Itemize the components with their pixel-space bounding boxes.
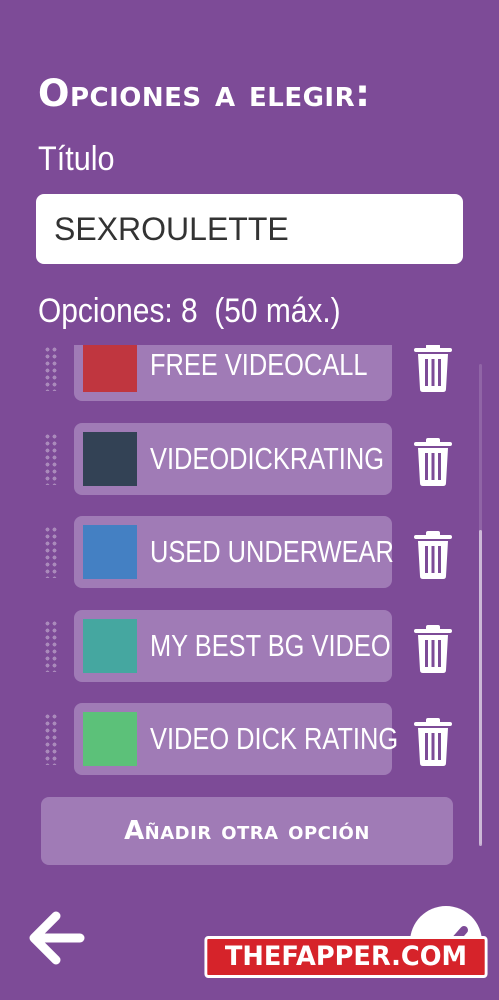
page-title: Opciones a elegir: (38, 72, 371, 115)
title-input[interactable]: SEXROULETTE (36, 194, 463, 264)
drag-handle-icon[interactable] (44, 620, 58, 672)
color-swatch[interactable] (83, 712, 137, 766)
options-count: Opciones: 8 (50 máx.) (38, 292, 341, 330)
option-row: FREE VIDEOCALL (0, 345, 499, 401)
color-swatch[interactable] (83, 619, 137, 673)
option-row: VIDEODICKRATING (0, 423, 499, 495)
trash-icon[interactable] (411, 530, 455, 580)
scrollbar-thumb[interactable] (479, 530, 482, 846)
add-option-button[interactable]: Añadir otra opción (41, 797, 453, 865)
arrow-left-icon[interactable] (26, 908, 86, 968)
trash-icon[interactable] (411, 717, 455, 767)
option-card[interactable]: USED UNDERWEAR (74, 516, 394, 588)
color-swatch[interactable] (83, 432, 137, 486)
trash-icon[interactable] (411, 624, 455, 674)
option-row: VIDEO DICK RATING (0, 703, 499, 775)
trash-icon[interactable] (411, 345, 455, 393)
option-card[interactable]: MY BEST BG VIDEO (74, 610, 392, 682)
drag-handle-icon[interactable] (44, 713, 58, 765)
option-card[interactable]: FREE VIDEOCALL (74, 345, 392, 401)
option-label: VIDEO DICK RATING (150, 721, 399, 756)
options-list: FREE VIDEOCALL VIDEODICKRATING USED UNDE… (0, 345, 499, 785)
title-label: Título (38, 140, 115, 178)
option-label: FREE VIDEOCALL (150, 347, 368, 382)
option-row: USED UNDERWEAR (0, 516, 499, 588)
drag-handle-icon[interactable] (44, 345, 58, 391)
option-label: VIDEODICKRATING (150, 441, 384, 476)
option-label: USED UNDERWEAR (150, 534, 394, 569)
color-swatch[interactable] (83, 345, 137, 392)
option-row: MY BEST BG VIDEO (0, 610, 499, 682)
drag-handle-icon[interactable] (44, 433, 58, 485)
option-card[interactable]: VIDEO DICK RATING (74, 703, 398, 775)
option-label: MY BEST BG VIDEO (150, 628, 391, 663)
color-swatch[interactable] (83, 525, 137, 579)
watermark: THEFAPPER.COM (204, 936, 488, 978)
drag-handle-icon[interactable] (44, 526, 58, 578)
option-card[interactable]: VIDEODICKRATING (74, 423, 392, 495)
trash-icon[interactable] (411, 437, 455, 487)
